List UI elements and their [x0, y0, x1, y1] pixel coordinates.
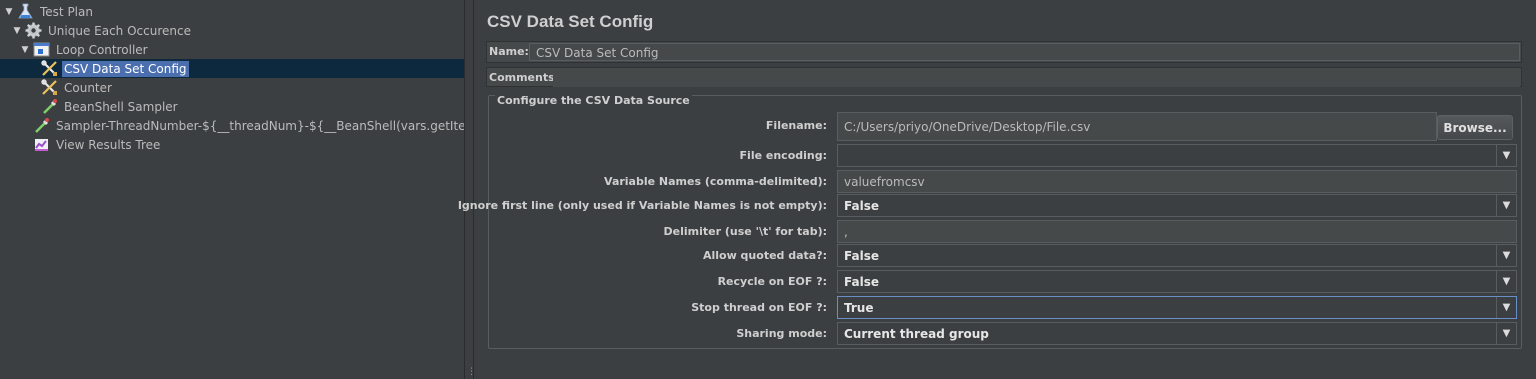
- tree-item-thread-group[interactable]: ▼ Unique Each Occurence: [12, 21, 193, 40]
- recycle-on-eof-label: Recycle on EOF ?:: [717, 275, 827, 288]
- tree-item-label: CSV Data Set Config: [62, 60, 189, 77]
- csv-data-source-group: Configure the CSV Data Source Filename: …: [458, 94, 1523, 349]
- stop-thread-on-eof-combo[interactable]: True ▼: [837, 296, 1517, 319]
- browse-button[interactable]: Browse...: [1437, 115, 1513, 140]
- collapse-arrow-icon[interactable]: ▼: [4, 7, 14, 17]
- panel-splitter[interactable]: ⋮: [464, 0, 476, 379]
- tree-item-label: Counter: [64, 80, 112, 95]
- delimiter-label: Delimiter (use '\t' for tab):: [663, 225, 827, 238]
- ignore-first-line-combo[interactable]: False ▼: [837, 194, 1517, 217]
- recycle-on-eof-row: Recycle on EOF ?: False ▼: [489, 270, 1523, 293]
- chart-icon: [35, 139, 48, 151]
- loop-controller-icon: [33, 42, 50, 57]
- ignore-first-line-label: Ignore first line (only used if Variable…: [457, 199, 827, 212]
- allow-quoted-data-label: Allow quoted data?:: [702, 249, 827, 262]
- name-field[interactable]: CSV Data Set Config: [529, 43, 1520, 61]
- collapse-arrow-icon[interactable]: ▼: [12, 26, 22, 36]
- sharing-mode-combo[interactable]: Current thread group ▼: [837, 322, 1517, 345]
- dropdown-arrow-icon[interactable]: ▼: [1496, 323, 1516, 344]
- allow-quoted-data-row: Allow quoted data?: False ▼: [489, 244, 1523, 267]
- name-row: Name: CSV Data Set Config: [486, 41, 1522, 63]
- tree-item-sampler-thread-number[interactable]: Sampler-ThreadNumber-${__threadNum}-${__…: [33, 116, 525, 135]
- allow-quoted-data-value: False: [844, 249, 879, 263]
- gear-icon: [25, 22, 42, 39]
- group-title: Configure the CSV Data Source: [495, 94, 692, 107]
- dropdown-arrow-icon[interactable]: ▼: [1496, 245, 1516, 266]
- tree-item-label: Unique Each Occurence: [48, 23, 191, 38]
- dropdown-arrow-icon[interactable]: ▼: [1496, 297, 1516, 318]
- config-panel: CSV Data Set Config Name: CSV Data Set C…: [458, 0, 1536, 379]
- allow-quoted-data-combo[interactable]: False ▼: [837, 244, 1517, 267]
- file-encoding-row: File encoding: ▼: [489, 144, 1523, 167]
- sharing-mode-row: Sharing mode: Current thread group ▼: [489, 322, 1523, 345]
- file-encoding-combo[interactable]: ▼: [837, 144, 1517, 167]
- recycle-on-eof-value: False: [844, 275, 879, 289]
- dropdown-arrow-icon[interactable]: ▼: [1496, 271, 1516, 292]
- tree-item-loop-controller[interactable]: ▼ Loop Controller: [20, 40, 150, 59]
- config-tools-icon: [41, 60, 57, 76]
- comments-field[interactable]: [553, 69, 1520, 87]
- page-title: CSV Data Set Config: [487, 12, 654, 31]
- ignore-first-line-row: Ignore first line (only used if Variable…: [458, 194, 1523, 217]
- comments-label: Comments:: [489, 71, 560, 84]
- tree-item-beanshell-sampler[interactable]: BeanShell Sampler: [41, 97, 180, 116]
- name-label: Name:: [489, 45, 529, 58]
- variable-names-row: Variable Names (comma-delimited): valuef…: [489, 170, 1523, 193]
- tree-item-csv-data-set-config[interactable]: CSV Data Set Config: [0, 59, 464, 78]
- tree-item-view-results-tree[interactable]: View Results Tree: [33, 135, 162, 154]
- filename-label: Filename:: [765, 119, 827, 132]
- tree-item-label: Loop Controller: [56, 42, 148, 57]
- tree-item-test-plan[interactable]: ▼ Test Plan: [4, 2, 95, 21]
- recycle-on-eof-combo[interactable]: False ▼: [837, 270, 1517, 293]
- filename-field[interactable]: C:/Users/priyo/OneDrive/Desktop/File.csv: [837, 112, 1437, 141]
- dropdown-arrow-icon[interactable]: ▼: [1496, 195, 1516, 216]
- variable-names-label: Variable Names (comma-delimited):: [604, 175, 827, 188]
- flask-icon: [18, 3, 33, 19]
- delimiter-field[interactable]: ,: [837, 220, 1517, 243]
- tree-item-counter[interactable]: Counter: [41, 78, 114, 97]
- variable-names-field[interactable]: valuefromcsv: [837, 170, 1517, 193]
- test-plan-tree[interactable]: ▼ Test Plan ▼ Unique Each Occurence ▼ Lo…: [0, 0, 523, 379]
- dropdown-arrow-icon[interactable]: ▼: [1496, 145, 1516, 166]
- tree-item-label: View Results Tree: [56, 137, 161, 152]
- ignore-first-line-value: False: [844, 199, 879, 213]
- file-encoding-label: File encoding:: [739, 149, 827, 162]
- stop-thread-on-eof-value: True: [844, 301, 874, 315]
- collapse-arrow-icon[interactable]: ▼: [20, 45, 30, 55]
- tree-item-label: BeanShell Sampler: [64, 99, 178, 114]
- filename-row: Filename: C:/Users/priyo/OneDrive/Deskto…: [489, 112, 1523, 141]
- pipette-icon: [35, 118, 49, 133]
- config-tools-icon: [41, 79, 57, 95]
- tree-item-label: Test Plan: [40, 4, 93, 19]
- sharing-mode-label: Sharing mode:: [736, 327, 827, 340]
- comments-row: Comments:: [486, 67, 1522, 87]
- delimiter-row: Delimiter (use '\t' for tab): ,: [489, 220, 1523, 243]
- pipette-icon: [43, 99, 57, 114]
- sharing-mode-value: Current thread group: [844, 327, 989, 341]
- tree-item-label: Sampler-ThreadNumber-${__threadNum}-${__…: [56, 118, 523, 133]
- stop-thread-on-eof-label: Stop thread on EOF ?:: [691, 301, 827, 314]
- stop-thread-on-eof-row: Stop thread on EOF ?: True ▼: [489, 296, 1523, 319]
